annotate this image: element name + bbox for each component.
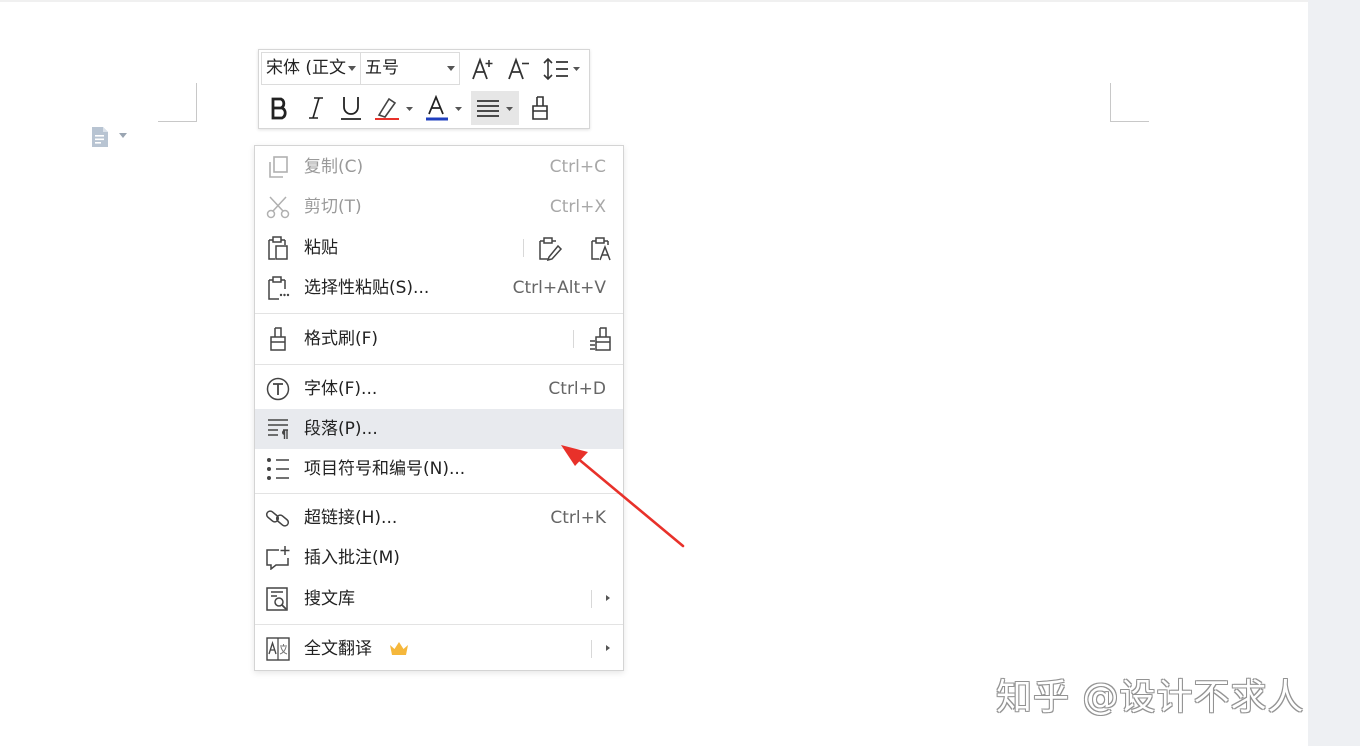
menu-item-copy[interactable]: 复制(C) Ctrl+C (255, 147, 623, 187)
menu-separator (255, 624, 623, 625)
menu-item-paragraph[interactable]: 段落(P)... (255, 409, 623, 449)
line-spacing-icon (543, 57, 580, 81)
menu-item-bullets-numbering[interactable]: 项目符号和编号(N)... (255, 449, 623, 489)
menu-item-label: 全文翻译 (304, 639, 372, 659)
paragraph-icon (268, 419, 288, 439)
font-name-select[interactable]: 宋体 (正文 (261, 52, 361, 85)
copy-icon (269, 156, 288, 178)
menu-item-label: 格式刷(F) (304, 329, 379, 349)
menu-item-search-library[interactable]: 搜文库 (255, 579, 623, 619)
chevron-down-icon (348, 66, 356, 71)
menu-item-label: 项目符号和编号(N)... (304, 459, 466, 479)
bold-button[interactable] (263, 91, 297, 125)
menu-item-hyperlink[interactable]: 超链接(H)... Ctrl+K (255, 498, 623, 538)
document-scroll-gutter (1308, 0, 1360, 746)
font-name-value: 宋体 (正文 (266, 58, 347, 78)
menu-item-shortcut: Ctrl+Alt+V (512, 278, 606, 298)
scissors-icon (266, 196, 290, 219)
menu-item-shortcut: Ctrl+K (550, 508, 606, 528)
grow-font-icon (472, 57, 493, 80)
paste-text-only-icon[interactable] (589, 237, 615, 261)
menu-item-shortcut: Ctrl+X (549, 197, 606, 217)
divider (591, 590, 592, 608)
menu-item-label: 字体(F)... (304, 379, 378, 399)
menu-item-label: 段落(P)... (304, 419, 378, 439)
context-menu: 复制(C) Ctrl+C 剪切(T) Ctrl+X 粘贴 选择性粘贴(S)...… (254, 145, 624, 671)
page-margin-corner-left (158, 83, 197, 122)
menu-item-label: 粘贴 (304, 238, 338, 258)
divider (523, 239, 524, 257)
menu-item-label: 搜文库 (304, 589, 355, 609)
font-size-value: 五号 (365, 58, 399, 78)
line-spacing-button[interactable] (541, 53, 583, 85)
bullet-list-icon (267, 458, 289, 480)
menu-item-paste-special[interactable]: 选择性粘贴(S)... Ctrl+Alt+V (255, 268, 623, 308)
menu-item-label: 选择性粘贴(S)... (304, 278, 430, 298)
menu-item-cut[interactable]: 剪切(T) Ctrl+X (255, 187, 623, 227)
font-color-icon (426, 95, 462, 121)
menu-item-shortcut: Ctrl+D (548, 379, 606, 399)
bold-icon (271, 97, 287, 120)
menu-item-insert-comment[interactable]: 插入批注(M) (255, 538, 623, 578)
divider (573, 330, 574, 348)
align-justify-icon (477, 100, 513, 117)
menu-item-label: 剪切(T) (304, 197, 362, 217)
chevron-right-icon (606, 595, 610, 601)
highlight-button[interactable] (372, 91, 416, 125)
italic-button[interactable] (299, 91, 333, 125)
menu-separator (255, 364, 623, 365)
underline-button[interactable] (334, 91, 368, 125)
document-icon[interactable] (90, 126, 110, 148)
paintbrush-multi-icon[interactable] (587, 327, 615, 351)
watermark-text: 知乎 @设计不求人 (996, 677, 1305, 718)
menu-item-font[interactable]: 字体(F)... Ctrl+D (255, 369, 623, 409)
annotation-arrow (561, 445, 685, 548)
menu-item-translate[interactable]: 全文翻译 (255, 629, 623, 669)
menu-separator (255, 313, 623, 314)
menu-item-paste[interactable]: 粘贴 (255, 228, 623, 268)
font-circle-icon (266, 377, 290, 401)
chevron-right-icon (606, 645, 610, 651)
translate-icon (266, 637, 290, 661)
menu-item-format-painter[interactable]: 格式刷(F) (255, 319, 623, 359)
paste-special-icon (268, 276, 290, 300)
font-color-button[interactable] (423, 91, 467, 125)
add-comment-icon (266, 546, 290, 570)
underline-icon (341, 97, 361, 120)
shrink-font-button[interactable] (504, 53, 534, 85)
divider (591, 640, 592, 658)
italic-icon (309, 97, 323, 119)
paste-icon (268, 236, 288, 260)
page-margin-corner-right (1110, 83, 1149, 122)
paintbrush-icon (532, 96, 548, 120)
link-icon (265, 510, 290, 527)
shrink-font-icon (508, 57, 529, 80)
paste-keep-format-icon[interactable] (537, 237, 563, 261)
menu-separator (255, 493, 623, 494)
chevron-down-icon[interactable] (119, 133, 127, 139)
menu-item-shortcut: Ctrl+C (549, 157, 606, 177)
chevron-down-icon (447, 66, 455, 71)
menu-item-label: 超链接(H)... (304, 508, 398, 528)
format-painter-button[interactable] (523, 91, 557, 125)
menu-item-label: 复制(C) (304, 157, 364, 177)
menu-item-label: 插入批注(M) (304, 548, 400, 568)
align-button[interactable] (471, 91, 519, 125)
highlighter-icon (375, 97, 413, 120)
library-search-icon (266, 587, 288, 611)
crown-icon (390, 642, 408, 655)
mini-format-toolbar: 宋体 (正文 五号 (258, 49, 590, 129)
top-border (0, 0, 1308, 2)
grow-font-button[interactable] (468, 53, 498, 85)
font-size-select[interactable]: 五号 (360, 52, 460, 85)
paintbrush-icon (270, 327, 286, 351)
